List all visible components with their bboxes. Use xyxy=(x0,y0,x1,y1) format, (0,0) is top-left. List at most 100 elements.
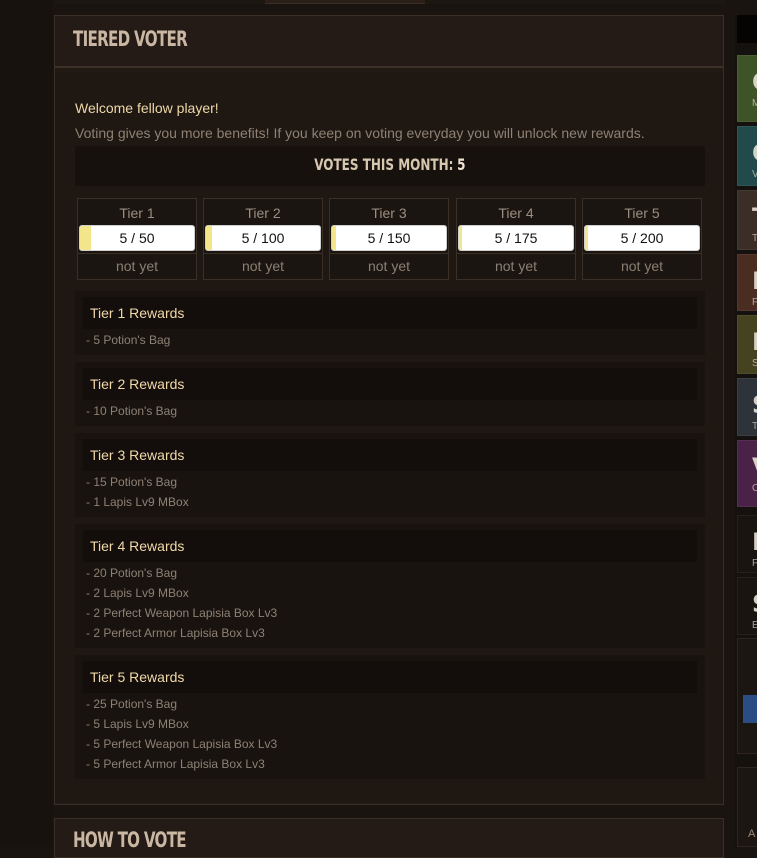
reward-title: Tier 5 Rewards xyxy=(90,669,185,685)
reward-header: Tier 4 Rewards xyxy=(83,530,697,562)
right-sidebar-tile[interactable]: FS xyxy=(737,315,757,374)
tier-status: not yet xyxy=(330,253,448,280)
right-sidebar: CMCVTTFFFSSTVCDFSE A xyxy=(735,15,757,847)
right-sidebar-tile[interactable]: FF xyxy=(737,254,757,311)
right-sidebar-tile-letter: C xyxy=(752,139,757,167)
reward-title: Tier 4 Rewards xyxy=(90,538,185,554)
tier-progress-value: 5 / 200 xyxy=(620,230,664,246)
reward-list: - 20 Potion's Bag - 2 Lapis Lv9 MBox - 2… xyxy=(86,566,277,646)
right-sidebar-tile[interactable]: VC xyxy=(737,440,757,507)
tier-status: not yet xyxy=(583,253,701,280)
tier-progress-value: 5 / 50 xyxy=(119,230,155,246)
tier-5-rewards-box: Tier 5 Rewards - 25 Potion's Bag - 5 Lap… xyxy=(75,655,705,779)
tier-progress-bar: 5 / 50 xyxy=(79,225,195,251)
tier-progress-value: 5 / 100 xyxy=(241,230,285,246)
tier-progress-value: 5 / 175 xyxy=(494,230,538,246)
right-sidebar-tile[interactable]: SE xyxy=(737,577,757,635)
right-sidebar-tile-letter: C xyxy=(752,68,757,96)
reward-list: - 5 Potion's Bag xyxy=(86,333,170,353)
reward-item: - 25 Potion's Bag xyxy=(86,697,178,711)
welcome-text: Welcome fellow player! xyxy=(75,100,219,116)
panel-title: TIERED VOTER xyxy=(73,27,188,51)
reward-title: Tier 2 Rewards xyxy=(90,376,185,392)
right-sidebar-tile-sub: M xyxy=(752,98,757,109)
right-sidebar-tile-letter: S xyxy=(752,590,757,618)
tier-progress-bar: 5 / 175 xyxy=(458,225,574,251)
tier-name: Tier 2 xyxy=(245,205,281,221)
tier-card: Tier 5 5 / 200 not yet xyxy=(582,198,702,280)
tiered-voter-panel: TIERED VOTER Welcome fellow player! Voti… xyxy=(54,15,724,805)
tier-card: Tier 3 5 / 150 not yet xyxy=(329,198,449,280)
reward-item: - 5 Perfect Weapon Lapisia Box Lv3 xyxy=(86,737,278,751)
right-sidebar-tile-letter: S xyxy=(752,391,757,419)
right-sidebar-box xyxy=(737,638,757,754)
tier-progress-bar: 5 / 100 xyxy=(205,225,321,251)
right-sidebar-footer-letter: A xyxy=(748,828,756,840)
tier-status: not yet xyxy=(204,253,322,280)
right-sidebar-top xyxy=(737,15,757,43)
reward-list: - 15 Potion's Bag - 1 Lapis Lv9 MBox xyxy=(86,475,189,515)
right-sidebar-tile-letter: F xyxy=(752,328,757,356)
right-sidebar-tile-sub: F xyxy=(752,558,757,569)
reward-item: - 2 Perfect Weapon Lapisia Box Lv3 xyxy=(86,606,278,620)
right-sidebar-tile[interactable]: TT xyxy=(737,190,757,250)
tier-progress-bar: 5 / 200 xyxy=(584,225,700,251)
reward-list: - 25 Potion's Bag - 5 Lapis Lv9 MBox - 5… xyxy=(86,697,277,777)
page-left-gutter xyxy=(0,0,53,847)
tier-name: Tier 1 xyxy=(119,205,155,221)
reward-title: Tier 3 Rewards xyxy=(90,447,185,463)
right-sidebar-tile-letter: D xyxy=(752,528,757,556)
intro-text: Voting gives you more benefits! If you k… xyxy=(75,125,645,141)
tier-status: not yet xyxy=(78,253,196,280)
right-sidebar-tile-letter: F xyxy=(752,267,757,295)
tier-progress-row: Tier 1 5 / 50 not yet Tier 2 5 / 100 not… xyxy=(77,198,705,282)
votes-count: 5 xyxy=(457,155,466,174)
tier-4-rewards-box: Tier 4 Rewards - 20 Potion's Bag - 2 Lap… xyxy=(75,524,705,648)
how-to-vote-panel: HOW TO VOTE xyxy=(54,818,724,858)
right-sidebar-tile[interactable]: ST xyxy=(737,378,757,436)
top-tab xyxy=(265,0,425,4)
top-strip xyxy=(55,0,725,4)
reward-item: - 5 Lapis Lv9 MBox xyxy=(86,717,189,731)
reward-header: Tier 5 Rewards xyxy=(83,661,697,693)
right-sidebar-tile-sub: E xyxy=(752,620,757,631)
right-sidebar-tile[interactable]: DF xyxy=(737,515,757,573)
reward-item: - 10 Potion's Bag xyxy=(86,404,178,418)
reward-item: - 15 Potion's Bag xyxy=(86,475,178,489)
tier-card: Tier 1 5 / 50 not yet xyxy=(77,198,197,280)
right-sidebar-blue-button[interactable] xyxy=(743,695,757,723)
reward-item: - 5 Potion's Bag xyxy=(86,333,171,347)
reward-item: - 2 Lapis Lv9 MBox xyxy=(86,586,189,600)
reward-header: Tier 2 Rewards xyxy=(83,368,697,400)
votes-label: VOTES THIS MONTH: xyxy=(314,155,454,174)
tier-1-rewards-box: Tier 1 Rewards - 5 Potion's Bag xyxy=(75,291,705,355)
tier-3-rewards-box: Tier 3 Rewards - 15 Potion's Bag - 1 Lap… xyxy=(75,433,705,517)
right-sidebar-tile-letter: V xyxy=(752,453,757,481)
right-sidebar-tile-sub: V xyxy=(752,169,757,180)
reward-item: - 20 Potion's Bag xyxy=(86,566,178,580)
right-sidebar-tile-sub: S xyxy=(752,358,757,369)
reward-item: - 1 Lapis Lv9 MBox xyxy=(86,495,189,509)
tier-progress-value: 5 / 150 xyxy=(367,230,411,246)
votes-this-month: VOTES THIS MONTH: 5 xyxy=(314,155,465,174)
panel-header: TIERED VOTER xyxy=(55,16,723,68)
reward-item: - 5 Perfect Armor Lapisia Box Lv3 xyxy=(86,757,265,771)
reward-header: Tier 3 Rewards xyxy=(83,439,697,471)
reward-list: - 10 Potion's Bag xyxy=(86,404,177,424)
right-sidebar-tile-sub: T xyxy=(752,233,757,244)
right-sidebar-tile-sub: C xyxy=(752,483,757,494)
right-sidebar-tile[interactable]: CM xyxy=(737,55,757,122)
right-sidebar-box-2: A xyxy=(737,767,757,847)
tier-name: Tier 3 xyxy=(371,205,407,221)
right-sidebar-tile-sub: T xyxy=(752,421,757,432)
tier-name: Tier 5 xyxy=(624,205,660,221)
tier-progress-bar: 5 / 150 xyxy=(331,225,447,251)
panel-body: Welcome fellow player! Voting gives you … xyxy=(55,72,723,802)
tier-card: Tier 4 5 / 175 not yet xyxy=(456,198,576,280)
tier-2-rewards-box: Tier 2 Rewards - 10 Potion's Bag xyxy=(75,362,705,426)
tier-card: Tier 2 5 / 100 not yet xyxy=(203,198,323,280)
reward-title: Tier 1 Rewards xyxy=(90,305,185,321)
right-sidebar-tile[interactable]: CV xyxy=(737,126,757,186)
right-sidebar-tile-letter: T xyxy=(752,203,757,231)
right-sidebar-tile-sub: F xyxy=(752,297,757,308)
